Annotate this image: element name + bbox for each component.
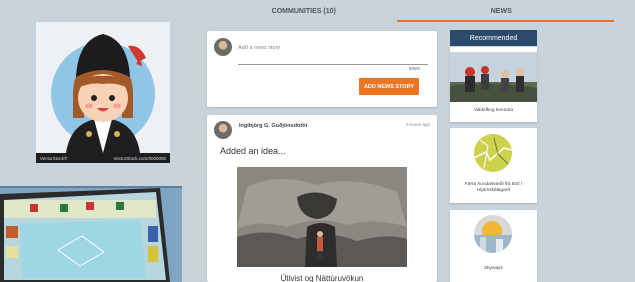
recommended-item[interactable]: Færa hundasvæði frá BSÍ í Hljómskálagarð bbox=[450, 128, 537, 203]
compose-news-card: Add a news story 0/500 ADD NEWS STORY bbox=[207, 31, 437, 107]
news-story-input[interactable]: Add a news story bbox=[238, 45, 280, 51]
recommended-item-label: Skyways bbox=[484, 266, 503, 271]
profile-avatar-image: VectorStock® VectorStock.com/0000000 bbox=[36, 22, 170, 163]
char-counter: 0/500 bbox=[408, 66, 420, 71]
rock-cave-image bbox=[237, 167, 407, 267]
input-underline bbox=[238, 64, 428, 65]
recommended-header: Recommended bbox=[450, 30, 537, 46]
watermark-brand: VectorStock® bbox=[40, 156, 68, 161]
skyways-image bbox=[474, 215, 512, 253]
author-avatar[interactable] bbox=[214, 121, 232, 139]
tablet-photo bbox=[0, 186, 182, 282]
map-thumbnail bbox=[474, 134, 512, 172]
post-image[interactable] bbox=[237, 167, 407, 267]
news-post-card: Ingibjörg G. Guðjónsdóttir 5 hours ago A… bbox=[207, 115, 437, 282]
add-news-story-button[interactable]: ADD NEWS STORY bbox=[359, 78, 419, 95]
recommended-item-label: Færa hundasvæði frá BSÍ í Hljómskálagarð bbox=[464, 182, 523, 194]
tablet-game-image bbox=[0, 186, 182, 282]
tab-bar: COMMUNITIES (10) NEWS bbox=[205, 0, 614, 22]
post-action: Added an idea... bbox=[220, 146, 286, 156]
post-time: 5 hours ago bbox=[406, 122, 430, 127]
avatar-illustration bbox=[51, 34, 155, 153]
post-author[interactable]: Ingibjörg G. Guðjónsdóttir bbox=[239, 123, 308, 129]
skyways-thumbnail bbox=[474, 215, 512, 253]
recommended-item[interactable]: Valdefling kennara bbox=[450, 47, 537, 122]
watermark-url: VectorStock.com/0000000 bbox=[113, 156, 166, 161]
tab-communities[interactable]: COMMUNITIES (10) bbox=[205, 0, 403, 22]
user-avatar bbox=[214, 38, 232, 56]
post-caption: Útivist og Náttúruvökun bbox=[280, 274, 364, 282]
watermark-bar: VectorStock® VectorStock.com/0000000 bbox=[36, 153, 170, 163]
tab-news[interactable]: NEWS bbox=[396, 0, 614, 22]
group-photo bbox=[450, 52, 537, 102]
recommended-item[interactable]: Skyways bbox=[450, 210, 537, 282]
recommended-item-label: Valdefling kennara bbox=[473, 108, 514, 113]
recommended-item-image bbox=[450, 52, 537, 102]
map-image bbox=[474, 134, 512, 172]
